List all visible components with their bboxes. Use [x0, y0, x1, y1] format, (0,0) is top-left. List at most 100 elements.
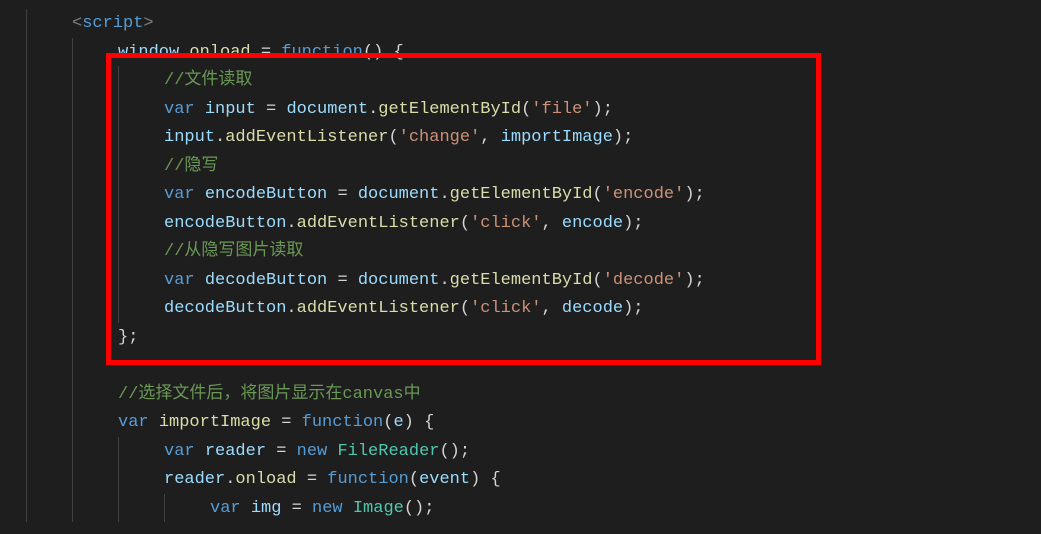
code-line[interactable]: //选择文件后，将图片显示在canvas中: [0, 381, 1041, 410]
token: function: [302, 409, 384, 437]
token: getElementById: [450, 181, 593, 209]
token: document: [286, 96, 368, 124]
token: onload: [189, 39, 250, 67]
token: //隐写: [164, 153, 218, 181]
token: <: [72, 10, 82, 38]
token: (: [593, 267, 603, 295]
token: [256, 96, 266, 124]
token: decodeButton: [164, 295, 286, 323]
token: (: [409, 466, 419, 494]
token: };: [118, 324, 138, 352]
code-editor[interactable]: <script>window.onload = function() {//文件…: [0, 0, 1041, 523]
token: [302, 495, 312, 523]
code-line[interactable]: };: [0, 324, 1041, 353]
token: [276, 96, 286, 124]
token: );: [613, 124, 633, 152]
token: ) {: [404, 409, 435, 437]
code-line[interactable]: [0, 352, 1041, 381]
code-line[interactable]: var decodeButton = document.getElementBy…: [0, 267, 1041, 296]
code-line[interactable]: var img = new Image();: [0, 495, 1041, 524]
token: (: [593, 181, 603, 209]
token: (: [383, 409, 393, 437]
token: Image: [353, 495, 404, 523]
token: [241, 495, 251, 523]
token: document: [358, 267, 440, 295]
token: onload: [235, 466, 296, 494]
token: () {: [363, 39, 404, 67]
code-area[interactable]: <script>window.onload = function() {//文件…: [0, 10, 1041, 523]
token: new: [312, 495, 343, 523]
token: script: [82, 10, 143, 38]
token: window: [118, 39, 179, 67]
token: var: [164, 267, 195, 295]
code-line[interactable]: window.onload = function() {: [0, 39, 1041, 68]
token: encode: [562, 210, 623, 238]
token: =: [337, 181, 347, 209]
token: [297, 466, 307, 494]
token: [343, 495, 353, 523]
token: document: [358, 181, 440, 209]
token: =: [266, 96, 276, 124]
token: (: [460, 295, 470, 323]
token: importImage: [159, 409, 271, 437]
code-line[interactable]: <script>: [0, 10, 1041, 39]
token: .: [225, 466, 235, 494]
token: [149, 409, 159, 437]
token: event: [419, 466, 470, 494]
token: =: [281, 409, 291, 437]
token: =: [261, 39, 271, 67]
token: [348, 181, 358, 209]
token: input: [205, 96, 256, 124]
token: (: [460, 210, 470, 238]
code-line[interactable]: //从隐写图片读取: [0, 238, 1041, 267]
token: =: [337, 267, 347, 295]
token: ();: [404, 495, 435, 523]
code-line[interactable]: input.addEventListener('change', importI…: [0, 124, 1041, 153]
token: encodeButton: [164, 210, 286, 238]
token: ,: [541, 295, 561, 323]
token: .: [439, 267, 449, 295]
token: getElementById: [450, 267, 593, 295]
code-line[interactable]: decodeButton.addEventListener('click', d…: [0, 295, 1041, 324]
code-line[interactable]: reader.onload = function(event) {: [0, 466, 1041, 495]
token: decode: [562, 295, 623, 323]
token: );: [684, 181, 704, 209]
code-line[interactable]: var reader = new FileReader();: [0, 438, 1041, 467]
token: e: [393, 409, 403, 437]
code-line[interactable]: //隐写: [0, 153, 1041, 182]
token: 'click': [470, 210, 541, 238]
token: decodeButton: [205, 267, 327, 295]
token: .: [439, 181, 449, 209]
token: [195, 267, 205, 295]
token: addEventListener: [297, 295, 460, 323]
token: //文件读取: [164, 67, 252, 95]
token: input: [164, 124, 215, 152]
token: );: [593, 96, 613, 124]
token: reader: [164, 466, 225, 494]
token: var: [164, 438, 195, 466]
token: var: [210, 495, 241, 523]
token: addEventListener: [225, 124, 388, 152]
token: [251, 39, 261, 67]
code-line[interactable]: //文件读取: [0, 67, 1041, 96]
token: ) {: [470, 466, 501, 494]
token: 'file': [531, 96, 592, 124]
code-line[interactable]: var input = document.getElementById('fil…: [0, 96, 1041, 125]
code-line[interactable]: var encodeButton = document.getElementBy…: [0, 181, 1041, 210]
token: 'encode': [603, 181, 685, 209]
token: [327, 267, 337, 295]
token: [271, 409, 281, 437]
token: );: [623, 295, 643, 323]
token: function: [327, 466, 409, 494]
token: [327, 438, 337, 466]
code-line[interactable]: var importImage = function(e) {: [0, 409, 1041, 438]
token: [348, 267, 358, 295]
token: ,: [541, 210, 561, 238]
code-line[interactable]: encodeButton.addEventListener('click', e…: [0, 210, 1041, 239]
token: [195, 181, 205, 209]
token: [317, 466, 327, 494]
token: addEventListener: [297, 210, 460, 238]
token: var: [164, 181, 195, 209]
token: =: [276, 438, 286, 466]
token: .: [368, 96, 378, 124]
